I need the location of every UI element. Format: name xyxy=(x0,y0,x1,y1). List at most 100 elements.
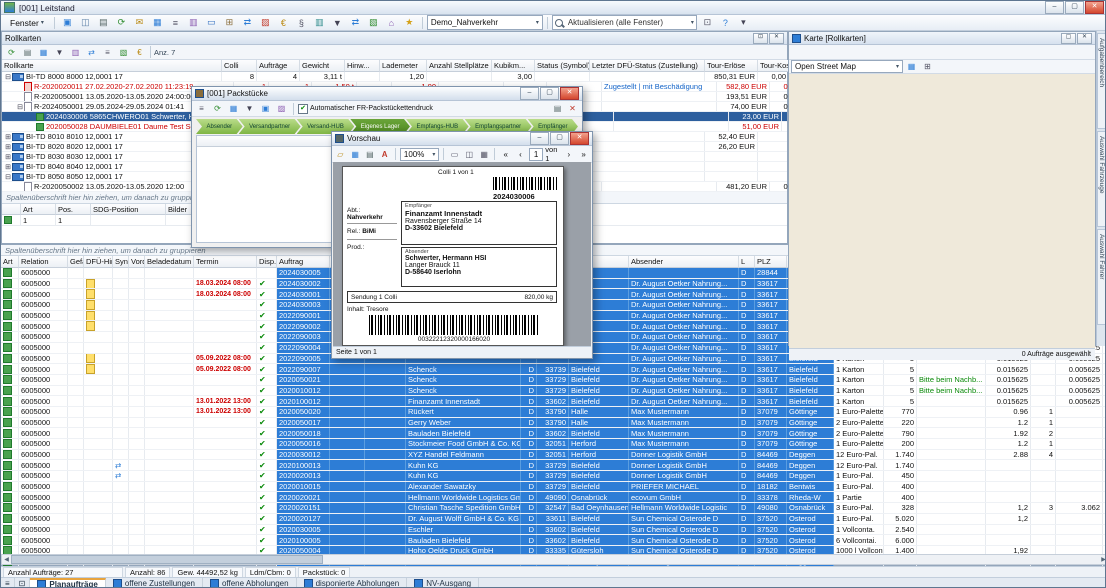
tree-expander-icon[interactable]: ⊞ xyxy=(4,163,12,171)
orders-column-header[interactable]: Syn.. xyxy=(113,256,129,268)
last-page-icon[interactable]: » xyxy=(577,147,590,161)
close-panel-icon[interactable]: ✕ xyxy=(769,33,784,44)
profile-combo[interactable]: Demo_Nahverkehr ▾ xyxy=(427,15,543,30)
layout-grid-icon[interactable]: ▦ xyxy=(478,147,491,161)
cascade-icon[interactable]: ◫ xyxy=(77,15,94,30)
truck-icon[interactable]: ▭ xyxy=(203,15,220,30)
rollkarten-column-header[interactable]: Status (Symbol) xyxy=(535,60,590,72)
rollkarten-column-header[interactable]: Colli xyxy=(222,60,257,72)
print-icon[interactable]: ▤ xyxy=(95,15,112,30)
rollkarten-column-header[interactable]: Tour-Erlöse xyxy=(705,60,758,72)
chart-icon[interactable]: ▨ xyxy=(274,102,289,116)
help-icon[interactable]: ? xyxy=(717,15,734,30)
table-row[interactable]: 6005000✔2020050016Stockmeier Food GmbH &… xyxy=(1,439,1106,450)
print-icon[interactable]: ▤ xyxy=(20,45,35,59)
side-tab-auswahl-fahrzeuge[interactable]: Auswahl Fahrzeuge xyxy=(1097,131,1106,227)
table-row[interactable]: 6005000✔2020020151Christian Tasche Spedi… xyxy=(1,503,1106,514)
packstuecke-maximize-icon[interactable]: ▢ xyxy=(540,87,559,100)
settings-icon[interactable]: § xyxy=(293,15,310,30)
orders-column-header[interactable]: Auftrag xyxy=(277,256,330,268)
table-row[interactable]: 6005000✔2020020021Hellmann Worldwide Log… xyxy=(1,492,1106,503)
map-fullscreen-icon[interactable]: ⊞ xyxy=(920,60,935,74)
route-icon[interactable]: ⇄ xyxy=(239,15,256,30)
table-icon[interactable]: ▦ xyxy=(149,15,166,30)
side-tab-auswahl-fahrer[interactable]: Auswahl Fahrer xyxy=(1097,229,1106,325)
scroll-right-icon[interactable]: ▶ xyxy=(1099,556,1106,563)
map-undock-icon[interactable]: ▢ xyxy=(1061,33,1076,44)
map-icon[interactable]: ▧ xyxy=(116,45,131,59)
currency-icon[interactable]: € xyxy=(275,15,292,30)
flow-station-1[interactable]: Absender xyxy=(196,119,243,134)
table-row[interactable]: 6005000✔2020010015Alexander SawatzkyD337… xyxy=(1,482,1106,493)
tree-expander-icon[interactable]: ⊟ xyxy=(4,173,12,181)
tabbar-menu-icon[interactable]: ≡ xyxy=(1,578,15,588)
mail-icon[interactable]: ✉ xyxy=(131,15,148,30)
rollkarten-column-header[interactable]: Kubikm... xyxy=(492,60,535,72)
refresh-icon[interactable]: ⟳ xyxy=(210,102,225,116)
home-icon[interactable]: ⌂ xyxy=(383,15,400,30)
detail-column-header[interactable]: Art xyxy=(21,204,56,215)
search-input[interactable] xyxy=(566,17,688,28)
more-icon[interactable]: ▾ xyxy=(735,15,752,30)
orders-column-header[interactable]: Art xyxy=(1,256,19,268)
tree-expander-icon[interactable]: ⊟ xyxy=(16,103,24,111)
table-row[interactable]: 600500005.09.2022 08:00✔2022090007Schenc… xyxy=(1,364,1106,375)
orders-column-header[interactable]: Relation xyxy=(19,256,68,268)
tabbar-pin-icon[interactable]: ⊡ xyxy=(15,578,31,588)
rollkarten-column-header[interactable]: Anzahl Stellplätze xyxy=(427,60,492,72)
tree-expander-icon[interactable]: ⊞ xyxy=(4,143,12,151)
vorschau-minimize-icon[interactable]: – xyxy=(530,132,549,145)
table-row[interactable]: 6005000✔2020100005Bauladen BielefeldD336… xyxy=(1,535,1106,546)
refresh-icon[interactable]: ⟳ xyxy=(4,45,19,59)
side-tab-aufgabenbereich[interactable]: Aufgabenbereich xyxy=(1097,33,1106,129)
map-icon[interactable]: ▧ xyxy=(365,15,382,30)
table-row[interactable]: 6005000⇄✔2020100013Kuhn KGD33729Bielefel… xyxy=(1,460,1106,471)
list-icon[interactable]: ≡ xyxy=(167,15,184,30)
table-row[interactable]: 6005000✔2020020127Dr. August Wolff GmbH … xyxy=(1,514,1106,525)
detail-column-header[interactable] xyxy=(2,204,21,215)
next-page-icon[interactable]: › xyxy=(563,147,576,161)
calendar-icon[interactable]: ▥ xyxy=(185,15,202,30)
tab-disponierte-abholungen[interactable]: disponierte Abholungen xyxy=(297,578,408,588)
packstuecke-delete-icon[interactable]: ✕ xyxy=(565,102,580,116)
table-row[interactable]: 600500013.01.2022 13:00✔2020100012Finanz… xyxy=(1,396,1106,407)
table-row[interactable]: 6005000✔2020050018Bauladen BielefeldD336… xyxy=(1,428,1106,439)
orders-column-header[interactable]: Disp.. xyxy=(257,256,277,268)
global-search[interactable]: ▾ xyxy=(552,15,697,30)
print-icon[interactable]: ▤ xyxy=(364,147,377,161)
preview-area[interactable]: Colli 1 von 1 2024030006 Abt.: Nahverkeh… xyxy=(333,162,591,347)
table-row[interactable]: 6005000⇄✔2020020013Kuhn KGD33729Bielefel… xyxy=(1,471,1106,482)
rollkarten-column-header[interactable]: Letzter DFÜ-Status (Zustellung) xyxy=(590,60,705,72)
rollkarten-column-header[interactable]: Hinw... xyxy=(345,60,380,72)
table-row[interactable]: 6005000✔2020050021SchenckD33729Bielefeld… xyxy=(1,375,1106,386)
package-icon[interactable]: ⊞ xyxy=(221,15,238,30)
map-canvas[interactable] xyxy=(789,74,1095,348)
filter-icon[interactable]: ▼ xyxy=(242,102,257,116)
save-icon[interactable]: ▦ xyxy=(349,147,362,161)
currency-icon[interactable]: € xyxy=(132,45,147,59)
tree-expander-icon[interactable]: ⊟ xyxy=(4,73,12,81)
window-icon[interactable]: ▣ xyxy=(59,15,76,30)
columns-icon[interactable]: ▥ xyxy=(68,45,83,59)
close-button[interactable]: ✕ xyxy=(1085,1,1104,14)
open-icon[interactable]: ▱ xyxy=(334,147,347,161)
list-icon[interactable]: ≡ xyxy=(100,45,115,59)
sync-icon[interactable]: ⇄ xyxy=(347,15,364,30)
filter-icon[interactable]: ▼ xyxy=(329,15,346,30)
table-icon[interactable]: ▦ xyxy=(36,45,51,59)
vorschau-maximize-icon[interactable]: ▢ xyxy=(550,132,569,145)
tab-nv-ausgang[interactable]: NV-Ausgang xyxy=(407,578,479,588)
chart-icon[interactable]: ▨ xyxy=(257,15,274,30)
tab-planauftr-ge[interactable]: Planaufträge xyxy=(30,578,105,588)
rollkarten-column-header[interactable]: Aufträge xyxy=(257,60,300,72)
orders-column-header[interactable]: L xyxy=(739,256,755,268)
pin-panel-icon[interactable]: ⊡ xyxy=(753,33,768,44)
detail-column-header[interactable]: SDG-Position xyxy=(91,204,166,215)
table-icon[interactable]: ▦ xyxy=(226,102,241,116)
tree-expander-icon[interactable]: ⊞ xyxy=(4,153,12,161)
star-icon[interactable]: ★ xyxy=(401,15,418,30)
tab-offene-zustellungen[interactable]: offene Zustellungen xyxy=(106,578,203,588)
rollkarten-column-header[interactable]: Rollkarte xyxy=(2,60,222,72)
table-row[interactable]: 6005000✔2020030005EschlerD33602Bielefeld… xyxy=(1,525,1106,536)
packstuecke-close-icon[interactable]: ✕ xyxy=(560,87,579,100)
